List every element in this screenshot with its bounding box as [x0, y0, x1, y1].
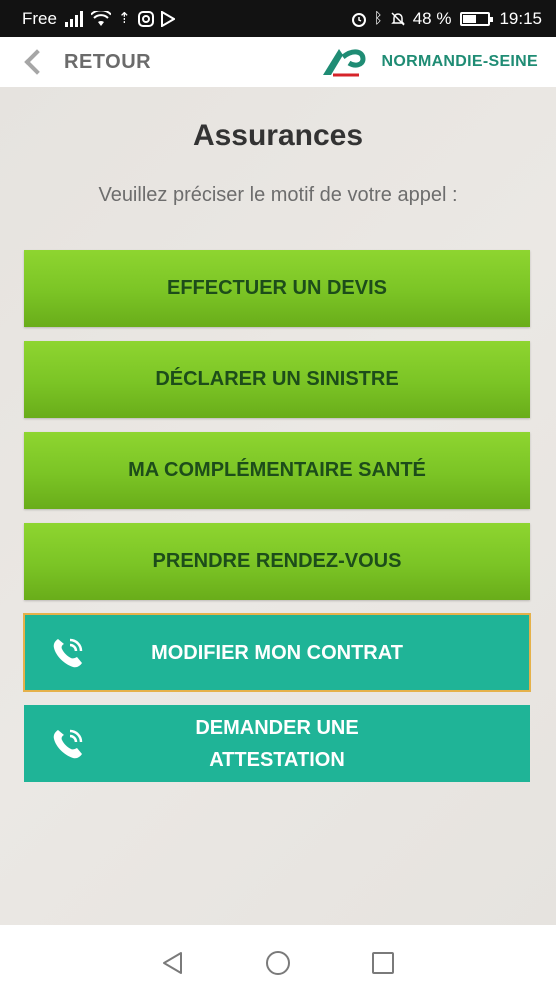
- complementaire-sante-button[interactable]: MA COMPLÉMENTAIRE SANTÉ: [24, 432, 530, 509]
- wifi-icon: [90, 10, 111, 26]
- nav-home-button[interactable]: [263, 948, 293, 978]
- declarer-sinistre-button[interactable]: DÉCLARER UN SINISTRE: [24, 341, 530, 418]
- phone-icon: [53, 729, 83, 758]
- credit-agricole-logo: [319, 45, 368, 79]
- page-subtitle: Veuillez préciser le motif de votre appe…: [98, 184, 458, 206]
- nav-back-button[interactable]: [158, 948, 188, 978]
- clock: 19:15: [499, 8, 542, 28]
- battery-icon: [460, 11, 494, 26]
- button-label: MA COMPLÉMENTAIRE SANTÉ: [128, 459, 426, 481]
- system-nav-bar: [0, 925, 556, 1000]
- notification-arrow-icon: ⇡: [117, 10, 131, 27]
- button-label: MODIFIER MON CONTRAT: [151, 641, 403, 664]
- instagram-icon: [137, 10, 154, 27]
- app-header: RETOUR NORMANDIE-SEINE: [0, 37, 556, 87]
- back-label: RETOUR: [64, 50, 152, 73]
- button-label-line1: DEMANDER UNE: [195, 716, 359, 739]
- signal-icon: [64, 10, 83, 27]
- triangle-back-icon: [162, 951, 182, 974]
- circle-home-icon: [265, 950, 290, 975]
- phone-icon: [53, 638, 83, 667]
- button-label: DEMANDER UNE ATTESTATION: [135, 712, 418, 776]
- modifier-contrat-button[interactable]: MODIFIER MON CONTRAT: [23, 613, 531, 692]
- status-bar: Free ⇡ ᛒ 48 % 19:15: [0, 0, 556, 37]
- button-label: PRENDRE RENDEZ-VOUS: [152, 550, 402, 572]
- carrier-label: Free: [22, 8, 57, 28]
- battery-percent: 48 %: [412, 8, 452, 28]
- button-label: DÉCLARER UN SINISTRE: [155, 368, 399, 390]
- page-title: Assurances: [192, 119, 364, 152]
- nav-recents-button[interactable]: [368, 948, 398, 978]
- alarm-icon: [351, 12, 366, 27]
- button-label: EFFECTUER UN DEVIS: [166, 277, 388, 299]
- bluetooth-icon: ᛒ: [373, 10, 383, 27]
- main-content: Assurances Veuillez préciser le motif de…: [0, 87, 556, 925]
- brand: NORMANDIE-SEINE: [319, 45, 538, 79]
- status-right: ᛒ 48 % 19:15: [351, 9, 542, 29]
- button-label-line2: ATTESTATION: [209, 748, 345, 771]
- play-icon: [160, 10, 175, 27]
- demander-attestation-button[interactable]: DEMANDER UNE ATTESTATION: [24, 705, 530, 782]
- effectuer-devis-button[interactable]: EFFECTUER UN DEVIS: [24, 250, 530, 327]
- brand-name: NORMANDIE-SEINE: [381, 53, 538, 70]
- square-recents-icon: [372, 951, 395, 974]
- battery-level: [463, 14, 476, 23]
- back-button[interactable]: RETOUR: [22, 49, 152, 75]
- prendre-rendez-vous-button[interactable]: PRENDRE RENDEZ-VOUS: [24, 523, 530, 600]
- mute-icon: [390, 11, 405, 26]
- chevron-left-icon: [24, 49, 50, 75]
- status-left: Free ⇡: [22, 9, 175, 29]
